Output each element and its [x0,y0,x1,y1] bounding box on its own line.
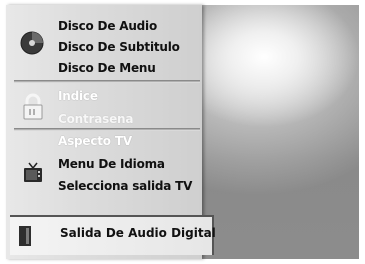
disc-settings-group: Disco De Audio Disco De Subtitulo Disco … [6,5,202,83]
menu-item-disc-menu[interactable]: Disco De Menu [58,61,156,75]
menu-item-tv-aspect[interactable]: Aspecto TV [58,134,132,148]
menu-item-digital-audio-output[interactable]: Salida De Audio Digital [10,215,216,255]
selected-item-label: Salida De Audio Digital [60,226,216,240]
audio-output-icon [19,226,31,246]
menu-item-password[interactable]: Contrasena [58,112,133,126]
menu-item-rating[interactable]: Indice [58,89,98,103]
padlock-icon [23,93,43,120]
menu-item-disc-audio[interactable]: Disco De Audio [58,19,157,33]
disc-icon [20,31,44,55]
lock-settings-group: Indice Contrasena [6,83,202,131]
menu-item-menu-language[interactable]: Menu De Idioma [58,157,165,171]
menu-item-disc-subtitle[interactable]: Disco De Subtitulo [58,40,180,54]
tv-screen: Disco De Audio Disco De Subtitulo Disco … [6,5,359,259]
tv-settings-group: Aspecto TV Menu De Idioma Selecciona sal… [6,131,202,215]
tv-icon [24,162,42,182]
menu-item-tv-output[interactable]: Selecciona salida TV [58,179,192,193]
